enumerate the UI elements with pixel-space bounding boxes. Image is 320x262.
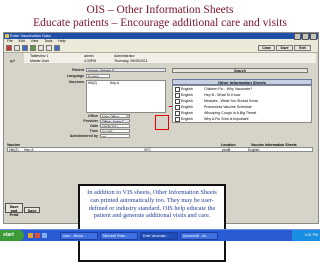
- administered-by-label: Administered by: [69, 134, 98, 138]
- callout-text: In addition to VIS sheets, Other Informa…: [87, 189, 217, 220]
- print-icon[interactable]: [38, 45, 44, 51]
- language-label: Language: [67, 74, 84, 78]
- search-button[interactable]: Search: [172, 68, 308, 73]
- header-user: admin: [84, 54, 94, 58]
- vaccines-label: Vaccines: [68, 80, 84, 84]
- header-time: 4:33PM: [84, 59, 97, 63]
- row-vfc: VFC: [144, 148, 151, 152]
- help-icon[interactable]: [54, 45, 60, 51]
- patient-field[interactable]: Adams, Abigale G: [86, 68, 166, 72]
- callout-highlight-box: [155, 115, 169, 130]
- chevron-down-icon[interactable]: [126, 115, 129, 117]
- toolbar: Clear Save Exit: [4, 44, 318, 53]
- header-clinic: Master User: [30, 59, 50, 63]
- task-vaccination[interactable]: Enter Vaccinatio...: [140, 231, 178, 240]
- ois-item[interactable]: English Why A Flu Shot Is Important: [175, 116, 249, 123]
- window-titlebar: Enter Vaccination Data: [4, 33, 318, 40]
- patient-icon[interactable]: [22, 45, 28, 51]
- browser-icon[interactable]: [28, 233, 33, 238]
- office-label: Office: [87, 114, 98, 118]
- clear-button[interactable]: Clear: [258, 45, 275, 51]
- time-field[interactable]: 04:16P: [100, 129, 130, 133]
- close-button[interactable]: [310, 33, 317, 40]
- header-role: Administrator: [114, 54, 135, 58]
- vaccine-icon[interactable]: [30, 45, 36, 51]
- exit-button[interactable]: Exit: [294, 45, 311, 51]
- app-icon: [5, 34, 9, 38]
- header-date: Thursday, 05/05/2011: [114, 59, 148, 63]
- vaccine-code: Hib(2): [88, 81, 97, 85]
- calendar-icon[interactable]: [46, 45, 52, 51]
- minimize-button[interactable]: [294, 33, 301, 40]
- patient-label: Patient: [72, 68, 84, 72]
- provider-label: Provider: [83, 119, 98, 123]
- date-label: Date: [90, 124, 98, 128]
- session-header: Tableview 1 admin Administrator gvl Mast…: [10, 53, 316, 63]
- row-language: English: [248, 148, 260, 152]
- administered-by-field[interactable]: ad: [100, 134, 130, 138]
- office-field[interactable]: Main Office: [100, 114, 130, 118]
- window-title: Enter Vaccination Data: [10, 33, 51, 38]
- slide-title: OIS – Other Information Sheets Educate p…: [0, 4, 320, 30]
- tables-count: Tableview 1: [30, 54, 49, 58]
- row-location: pedlit: [222, 148, 231, 152]
- date-field[interactable]: 05/05/2011: [100, 124, 130, 128]
- ois-list: English Children Flu - Why Vaccinate? Eng…: [172, 85, 312, 123]
- row-vaccine-name: Hep A: [24, 148, 34, 152]
- desktop-icon[interactable]: [42, 233, 47, 238]
- new-icon[interactable]: [14, 45, 20, 51]
- language-field[interactable]: English: [86, 74, 110, 78]
- stop-icon[interactable]: [6, 45, 12, 51]
- taskbar: start Inbox - Micros... Microsoft Powe..…: [0, 229, 320, 241]
- vaccines-list[interactable]: Hib(2) Hep A: [86, 80, 166, 113]
- slide-title-line-1: OIS – Other Information Sheets: [86, 4, 234, 16]
- save-toolbar-button[interactable]: Save: [276, 45, 293, 51]
- save-and-print-button[interactable]: Save and Print: [5, 203, 23, 217]
- task-document[interactable]: Document2 - Mi...: [180, 231, 218, 240]
- header-station: gvl: [10, 59, 15, 63]
- callout-connector: [169, 106, 172, 125]
- time-label: Time: [89, 129, 98, 133]
- task-powerpoint[interactable]: Microsoft Powe...: [100, 231, 138, 240]
- system-tray-clock: 4:31 PM: [292, 230, 320, 241]
- vaccine-name: Hep A: [109, 81, 119, 85]
- provider-field[interactable]: Office, Joyce T: [100, 119, 130, 123]
- vaccine-table-row[interactable]: Hib(2) Hep A VFC pedlit English: [7, 147, 313, 152]
- save-button[interactable]: Save: [24, 207, 40, 213]
- checkbox-icon[interactable]: [175, 117, 180, 123]
- start-button[interactable]: start: [0, 230, 24, 241]
- callout-box: In addition to VIS sheets, Other Informa…: [78, 184, 226, 262]
- row-vaccine-code: Hib(2): [9, 148, 19, 152]
- maximize-button[interactable]: [302, 33, 309, 40]
- slide-title-line-2: Educate patients – Encourage additional …: [33, 17, 287, 29]
- app-launch-icon[interactable]: [35, 233, 40, 238]
- task-inbox[interactable]: Inbox - Micros...: [60, 231, 98, 240]
